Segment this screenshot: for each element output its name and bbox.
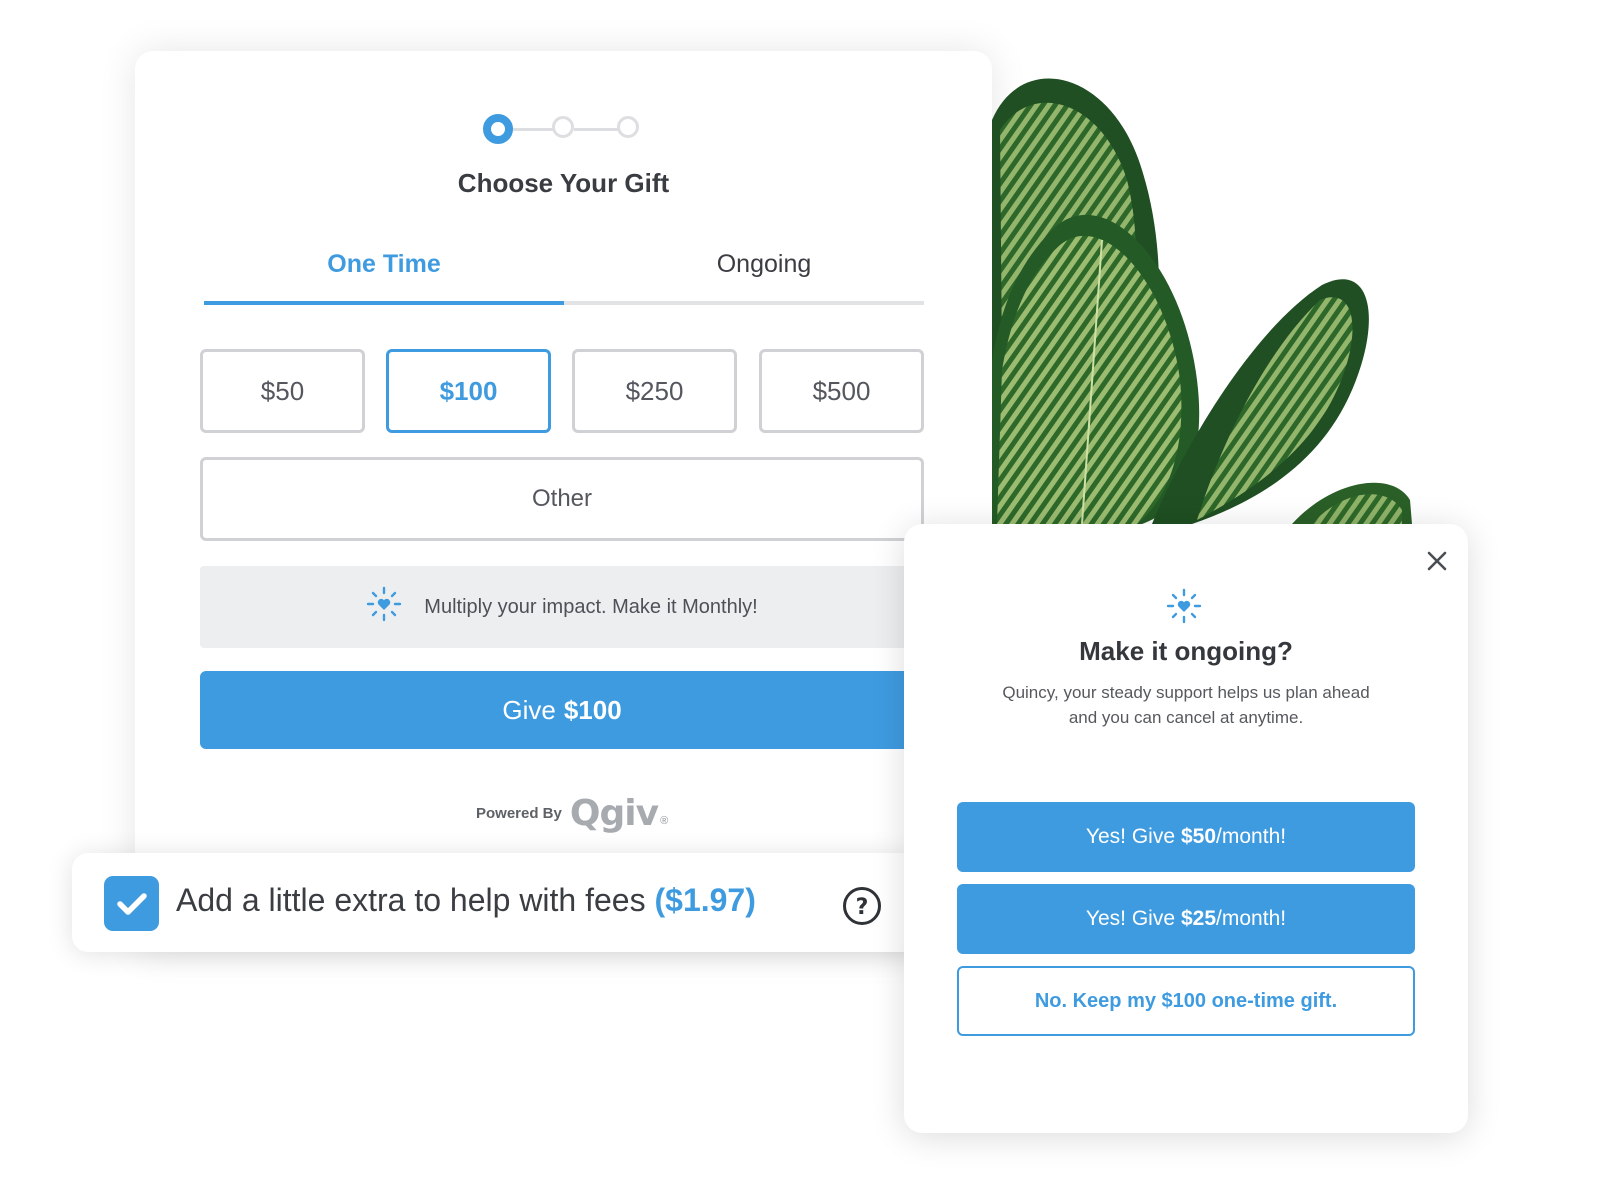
promo-text: Multiply your impact. Make it Monthly! xyxy=(424,595,758,618)
fee-coverage-text: Add a little extra to help with fees xyxy=(176,882,646,918)
modal-body-line-1: Quincy, your steady support helps us pla… xyxy=(1002,683,1370,702)
step-3 xyxy=(617,116,639,138)
tab-one-time[interactable]: One Time xyxy=(204,250,564,279)
monthly-promo-banner[interactable]: Multiply your impact. Make it Monthly! xyxy=(200,566,924,648)
button-prefix: Yes! Give xyxy=(1085,825,1175,848)
qgiv-logo[interactable]: Qgiv xyxy=(570,793,659,834)
amount-option-250[interactable]: $250 xyxy=(572,349,737,433)
heart-sparkle-icon xyxy=(1166,588,1202,629)
powered-by: Powered By Qgiv ® xyxy=(476,793,669,834)
heart-sparkle-icon xyxy=(366,586,402,628)
tab-ongoing[interactable]: Ongoing xyxy=(584,250,944,279)
fee-coverage-checkbox[interactable] xyxy=(104,876,159,931)
checkmark-icon xyxy=(116,892,147,915)
fee-coverage-label: Add a little extra to help with fees ($1… xyxy=(176,882,756,919)
help-question-icon[interactable]: ? xyxy=(842,886,882,926)
button-amount: $50 xyxy=(1181,825,1217,848)
modal-body: Quincy, your steady support helps us pla… xyxy=(960,680,1412,730)
progress-stepper xyxy=(483,114,644,146)
registered-mark: ® xyxy=(660,815,669,827)
step-2 xyxy=(552,116,574,138)
button-prefix: Yes! Give xyxy=(1085,907,1175,930)
powered-by-label: Powered By xyxy=(476,804,562,822)
svg-text:?: ? xyxy=(856,895,869,920)
modal-body-line-2: and you can cancel at anytime. xyxy=(1068,708,1304,727)
button-suffix: /month! xyxy=(1216,825,1287,848)
button-suffix: /month! xyxy=(1216,907,1287,930)
other-amount-button[interactable]: Other xyxy=(200,457,924,541)
button-amount: $25 xyxy=(1181,907,1217,930)
give-button-prefix: Give xyxy=(502,694,556,725)
step-1-active xyxy=(483,114,513,144)
give-50-monthly-button[interactable]: Yes! Give $50/month! xyxy=(957,802,1415,872)
modal-title: Make it ongoing? xyxy=(1079,636,1293,666)
page-title: Choose Your Gift xyxy=(457,168,670,198)
amount-option-100[interactable]: $100 xyxy=(386,349,551,433)
amount-option-50[interactable]: $50 xyxy=(200,349,365,433)
stepper-connector xyxy=(574,128,618,131)
amount-option-500[interactable]: $500 xyxy=(759,349,924,433)
stepper-connector xyxy=(510,128,554,131)
give-button[interactable]: Give $100 xyxy=(200,671,924,749)
give-25-monthly-button[interactable]: Yes! Give $25/month! xyxy=(957,884,1415,954)
fee-amount: ($1.97) xyxy=(654,882,756,918)
close-icon[interactable] xyxy=(1422,546,1452,576)
give-button-amount: $100 xyxy=(563,694,622,725)
tab-active-indicator xyxy=(204,301,564,305)
keep-one-time-button[interactable]: No. Keep my $100 one-time gift. xyxy=(957,966,1415,1036)
plant-leaves-image xyxy=(992,60,1462,524)
